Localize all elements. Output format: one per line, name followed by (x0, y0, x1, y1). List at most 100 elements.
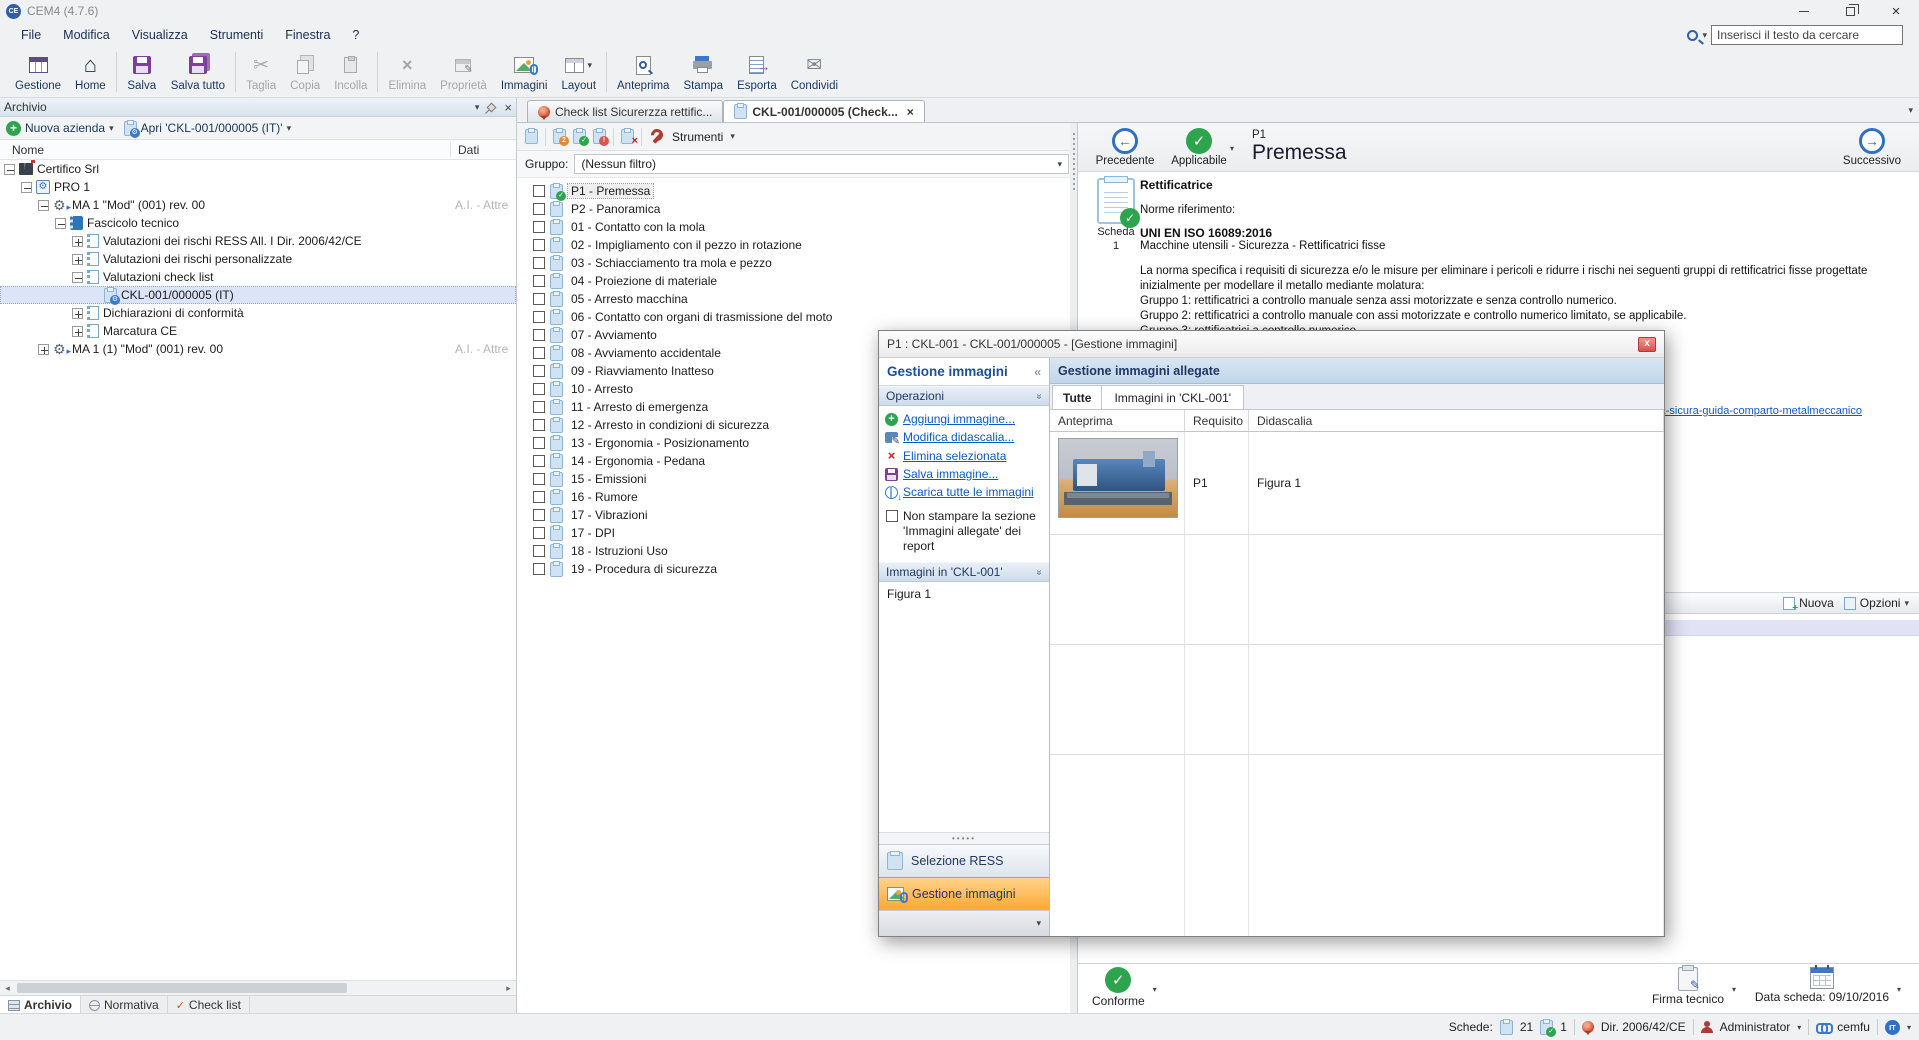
salva-tutto-button[interactable]: Salva tutto (164, 50, 232, 94)
column-separator[interactable] (450, 142, 451, 157)
new-company-dropdown-icon[interactable]: ▾ (109, 123, 114, 134)
current-user[interactable]: Administrator (1720, 1020, 1791, 1034)
tab-archivio[interactable]: Archivio (0, 996, 81, 1014)
checkbox[interactable] (533, 329, 545, 341)
salva-immagine-link[interactable]: Salva immagine... (885, 467, 1049, 481)
minimize-button[interactable] (1781, 0, 1827, 22)
language-dropdown-icon[interactable]: ▾ (1907, 1023, 1911, 1032)
home-button[interactable]: ⌂Home (68, 50, 113, 94)
collapse-icon[interactable] (4, 164, 15, 175)
checkbox[interactable] (533, 545, 545, 557)
checkbox[interactable] (533, 383, 545, 395)
layout-button[interactable]: ▾Layout (554, 50, 603, 94)
checkbox[interactable] (533, 311, 545, 323)
checklist-item[interactable]: 04 - Proiezione di materiale (517, 272, 1077, 290)
checkbox[interactable] (533, 293, 545, 305)
checkbox[interactable] (533, 257, 545, 269)
data-scheda-button[interactable]: Data scheda: 09/10/2016 ▾ (1755, 967, 1889, 1004)
tab-checklist[interactable]: ✓Check list (168, 996, 250, 1014)
expand-icon[interactable] (38, 344, 49, 355)
search-scope-dropdown-icon[interactable]: ▾ (1702, 30, 1707, 41)
data-dropdown-icon[interactable]: ▾ (1897, 985, 1901, 994)
sidebar-splitter[interactable]: ••••• (879, 832, 1049, 844)
aggiungi-immagine-link[interactable]: +Aggiungi immagine... (885, 412, 1049, 426)
tab-list-dropdown-icon[interactable]: ▾ (1908, 105, 1913, 116)
directive-label[interactable]: Dir. 2006/42/CE (1601, 1020, 1686, 1034)
strumenti-button[interactable]: Strumenti (672, 130, 723, 144)
elimina-selezionata-link[interactable]: ×Elimina selezionata (885, 448, 1049, 463)
anteprima-button[interactable]: Anteprima (610, 50, 676, 94)
checkbox[interactable] (533, 347, 545, 359)
tree-item-valutazioni-checklist[interactable]: Valutazioni check list (0, 268, 516, 286)
expand-icon[interactable] (72, 308, 83, 319)
modifica-didascalia-link[interactable]: Modifica didascalia... (885, 430, 1049, 444)
menu-file[interactable]: File (10, 25, 52, 45)
checkbox[interactable] (533, 509, 545, 521)
scrollbar-thumb[interactable] (17, 983, 347, 993)
precedente-button[interactable]: ← Precedente (1088, 128, 1162, 167)
image-preview-cell[interactable] (1050, 432, 1185, 534)
checkbox[interactable] (533, 221, 545, 233)
checkbox[interactable] (533, 527, 545, 539)
menu-finestra[interactable]: Finestra (274, 25, 341, 45)
column-didascalia[interactable]: Didascalia (1249, 410, 1664, 431)
checklist-item[interactable]: 06 - Contatto con organi di trasmissione… (517, 308, 1077, 326)
scroll-left-icon[interactable]: ◂ (0, 981, 15, 996)
expand-icon[interactable] (72, 254, 83, 265)
condividi-button[interactable]: ✉Condividi (784, 50, 845, 94)
collapse-sidebar-icon[interactable]: « (1034, 365, 1041, 379)
scroll-right-icon[interactable]: ▸ (501, 981, 516, 996)
sheet-alert-icon[interactable]: ! (593, 129, 606, 144)
successivo-button[interactable]: → Successivo (1835, 128, 1909, 167)
menu-strumenti[interactable]: Strumenti (199, 25, 275, 45)
group-dropdown-icon[interactable]: ▾ (1057, 159, 1062, 170)
open-checklist-button[interactable]: Apri 'CKL-001/000005 (IT)' (141, 121, 283, 135)
applicabile-button[interactable]: ✓ Applicabile ▾ (1162, 128, 1236, 167)
user-dropdown-icon[interactable]: ▾ (1797, 1023, 1801, 1032)
language-badge[interactable]: IT (1885, 1020, 1900, 1035)
open-dropdown-icon[interactable]: ▾ (287, 123, 292, 134)
nuova-button[interactable]: Nuova (1783, 596, 1834, 610)
conforme-button[interactable]: ✓ Conforme ▾ (1092, 967, 1145, 1008)
menu-modifica[interactable]: Modifica (52, 25, 121, 45)
expand-icon[interactable] (72, 326, 83, 337)
collapse-icon[interactable] (21, 182, 32, 193)
search-icon[interactable] (1687, 30, 1698, 41)
gestione-button[interactable]: Gestione (8, 50, 68, 94)
checkbox[interactable] (533, 275, 545, 287)
checklist-item-p1[interactable]: ✓P1 - Premessa (517, 182, 1077, 200)
tab-close-icon[interactable]: × (907, 105, 914, 119)
checklist-item[interactable]: P2 - Panoramica (517, 200, 1077, 218)
tree-item-dichiarazioni[interactable]: Dichiarazioni di conformità (0, 304, 516, 322)
collapse-icon[interactable] (55, 218, 66, 229)
strumenti-dropdown-icon[interactable]: ▾ (730, 131, 735, 142)
tree-item-ckl-selected[interactable]: ⚙CKL-001/000005 (IT) (0, 286, 516, 304)
close-button[interactable] (1873, 0, 1919, 22)
checkbox[interactable] (533, 203, 545, 215)
checklist-item[interactable]: 01 - Contatto con la mola (517, 218, 1077, 236)
scarica-immagini-link[interactable]: Scarica tutte le immagini (885, 485, 1049, 499)
doc-tab-ckl-active[interactable]: CKL-001/000005 (Check... × (723, 100, 924, 122)
tab-immagini-ckl[interactable]: Immagini in 'CKL-001' (1102, 385, 1244, 409)
tab-tutte[interactable]: Tutte (1052, 385, 1102, 409)
checkbox[interactable] (533, 239, 545, 251)
sheet-delete-icon[interactable]: × (621, 129, 634, 144)
sheet-compile-icon[interactable]: 2 (553, 129, 566, 144)
applicable-dropdown-icon[interactable]: ▾ (1230, 144, 1234, 153)
checkbox[interactable] (533, 419, 545, 431)
table-row[interactable]: P1 Figura 1 (1050, 432, 1664, 535)
firma-dropdown-icon[interactable]: ▾ (1732, 985, 1736, 994)
selezione-ress-nav-button[interactable]: Selezione RESS (879, 844, 1049, 877)
checkbox[interactable] (533, 491, 545, 503)
doc-tab-checklist-norm[interactable]: Check list Sicurerzza rettific... (527, 100, 723, 122)
opzioni-button[interactable]: Opzioni▾ (1844, 596, 1909, 610)
expand-icon[interactable] (72, 236, 83, 247)
panel-close-icon[interactable] (504, 100, 512, 115)
restore-button[interactable] (1827, 0, 1873, 22)
tree-item-company[interactable]: Certifico Srl (0, 160, 516, 178)
no-print-checkbox-row[interactable]: Non stampare la sezione 'Immagini allega… (879, 503, 1049, 562)
checkbox[interactable] (533, 455, 545, 467)
conforme-dropdown-icon[interactable]: ▾ (1153, 985, 1157, 994)
checkbox[interactable] (533, 437, 545, 449)
group-filter-select[interactable]: (Nessun filtro) ▾ (574, 154, 1069, 174)
